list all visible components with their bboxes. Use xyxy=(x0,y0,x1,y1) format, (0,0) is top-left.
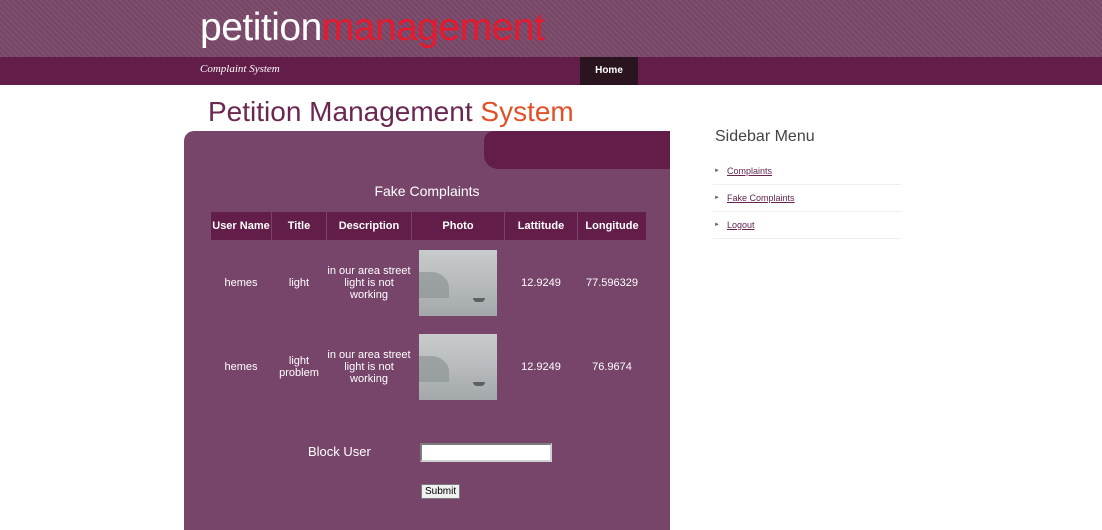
bullet-arrow-icon: ► xyxy=(714,222,720,228)
sidebar-title: Sidebar Menu xyxy=(715,128,815,145)
cell-title: light problem xyxy=(279,355,319,379)
cell-description: in our area street light is not working xyxy=(327,349,411,385)
logo-text-petition: petition xyxy=(200,6,322,49)
cell-photo xyxy=(412,325,505,409)
bullet-arrow-icon: ► xyxy=(714,195,720,201)
column-header-user-name: User Name xyxy=(210,211,272,241)
column-header-longitude: Longitude xyxy=(577,211,647,241)
cell-longitude: 76.9674 xyxy=(592,361,632,373)
table-row: hemes light in our area street light is … xyxy=(211,241,647,326)
sidebar-item-logout: ► Logout xyxy=(713,212,901,239)
bullet-arrow-icon: ► xyxy=(714,168,720,174)
sidebar-link-logout[interactable]: Logout xyxy=(727,220,755,230)
block-user-label: Block User xyxy=(308,444,371,459)
table-header-row: User Name Title Description Photo Lattit… xyxy=(210,211,647,241)
block-user-input[interactable] xyxy=(420,443,552,462)
sidebar-menu: ► Complaints ► Fake Complaints ► Logout xyxy=(713,158,901,239)
photo-boat-shape xyxy=(473,298,485,302)
complaint-photo xyxy=(419,334,497,400)
cell-latitude: 12.9249 xyxy=(521,277,561,289)
column-header-description: Description xyxy=(326,211,412,241)
cell-photo xyxy=(412,241,505,326)
complaints-table: User Name Title Description Photo Lattit… xyxy=(210,211,647,409)
cell-latitude: 12.9249 xyxy=(521,361,561,373)
site-logo: petitionmanagement xyxy=(200,4,545,52)
logo-text-management: management xyxy=(321,6,545,49)
sidebar-item-fake-complaints: ► Fake Complaints xyxy=(713,185,901,212)
column-header-title: Title xyxy=(271,211,327,241)
complaint-photo xyxy=(419,250,497,316)
sidebar-link-fake-complaints[interactable]: Fake Complaints xyxy=(727,193,795,203)
submit-button[interactable]: Submit xyxy=(421,484,461,499)
photo-boat-shape xyxy=(473,382,485,386)
site-tagline: Complaint System xyxy=(200,63,280,75)
photo-hill-shape xyxy=(419,272,449,298)
page-title: Petition Management System xyxy=(208,96,574,128)
table-row: hemes light problem in our area street l… xyxy=(211,325,647,409)
page-title-highlight: System xyxy=(480,96,574,127)
header-bar: petitionmanagement xyxy=(0,0,1102,57)
page-title-main: Petition Management xyxy=(208,96,481,127)
nav-bar: Complaint System Home xyxy=(0,57,1102,85)
column-header-latitude: Lattitude xyxy=(504,211,578,241)
sidebar-item-complaints: ► Complaints xyxy=(713,158,901,185)
panel-tab-decoration xyxy=(484,131,670,169)
cell-longitude: 77.596329 xyxy=(586,277,638,289)
cell-title: light xyxy=(288,277,310,289)
column-header-photo: Photo xyxy=(411,211,505,241)
nav-home-tab[interactable]: Home xyxy=(580,57,638,85)
cell-user-name: hemes xyxy=(224,361,258,373)
cell-user-name: hemes xyxy=(224,277,258,289)
photo-hill-shape xyxy=(419,356,449,382)
cell-description: in our area street light is not working xyxy=(327,265,411,301)
sidebar-link-complaints[interactable]: Complaints xyxy=(727,166,772,176)
panel-heading: Fake Complaints xyxy=(374,183,480,199)
